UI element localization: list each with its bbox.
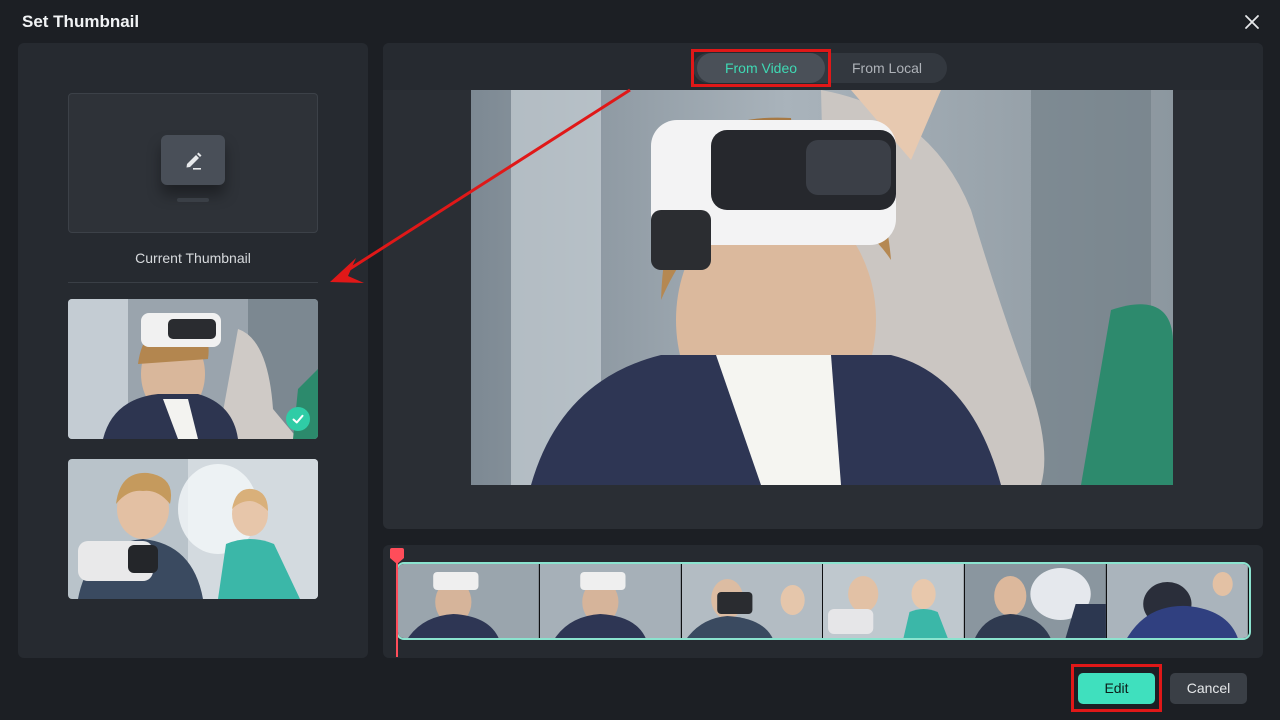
frame-image-5 — [965, 564, 1107, 638]
thumbnail-image-vr-boy — [68, 299, 318, 439]
frame-image-2 — [539, 564, 681, 638]
tab-from-local[interactable]: From Local — [827, 53, 947, 83]
annotation-highlight-tab — [691, 49, 831, 87]
close-icon — [1245, 15, 1259, 29]
filmstrip-frame-4[interactable] — [823, 564, 966, 638]
divider — [68, 282, 318, 283]
close-button[interactable] — [1242, 12, 1262, 32]
video-filmstrip[interactable] — [396, 562, 1251, 640]
filmstrip-frame-1[interactable] — [398, 564, 540, 638]
frame-image-1 — [398, 564, 539, 638]
preview-panel: From Video From Local — [383, 43, 1263, 529]
pencil-icon — [186, 152, 202, 170]
selected-check-badge — [286, 407, 310, 431]
filmstrip-frame-3[interactable] — [681, 564, 824, 638]
frame-image-3 — [681, 564, 823, 638]
frame-image-4 — [823, 564, 965, 638]
thumbnail-option-2[interactable] — [68, 459, 318, 599]
edit-thumbnail-button[interactable] — [161, 135, 225, 185]
current-thumbnail-label: Current Thumbnail — [135, 250, 251, 266]
frame-image-6 — [1107, 564, 1248, 638]
cancel-button[interactable]: Cancel — [1170, 673, 1247, 704]
filmstrip-frame-5[interactable] — [965, 564, 1108, 638]
annotation-highlight-edit — [1071, 664, 1162, 712]
playhead-handle[interactable] — [390, 548, 404, 558]
dialog-title: Set Thumbnail — [22, 12, 140, 31]
playhead-line[interactable] — [396, 553, 398, 657]
thumbnail-sidebar: Current Thumbnail — [18, 43, 368, 658]
thumbnail-image-kids — [68, 459, 318, 599]
pencil-shadow — [177, 198, 209, 202]
playhead-tip — [390, 558, 404, 564]
preview-image-vr-boy — [471, 90, 1173, 485]
filmstrip-frame-2[interactable] — [539, 564, 682, 638]
current-thumbnail-box[interactable] — [68, 93, 318, 233]
timeline-panel — [383, 545, 1263, 658]
video-preview — [471, 90, 1173, 485]
thumbnail-option-1[interactable] — [68, 299, 318, 439]
check-icon — [292, 414, 304, 424]
filmstrip-frame-6[interactable] — [1107, 564, 1249, 638]
